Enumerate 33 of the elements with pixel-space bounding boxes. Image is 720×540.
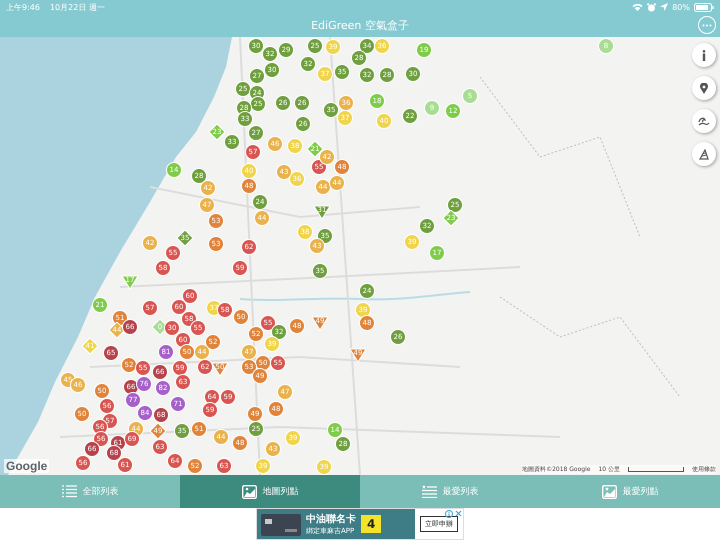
tab[interactable]: 最愛列點 xyxy=(540,475,720,508)
alarm-icon xyxy=(647,2,656,12)
wave-icon xyxy=(698,116,710,126)
location-pin-button[interactable] xyxy=(692,76,716,100)
close-icon[interactable] xyxy=(455,510,462,517)
scale-bar xyxy=(628,467,684,472)
info-button[interactable] xyxy=(692,43,716,67)
tab[interactable]: 地圖列點 xyxy=(180,475,360,508)
star-list-icon xyxy=(422,485,436,498)
ad-info-icon[interactable] xyxy=(445,510,453,518)
app-title: EdiGreen 空氣盒子 xyxy=(311,18,409,33)
battery-icon xyxy=(694,2,714,12)
picture-icon xyxy=(602,484,616,498)
more-icon xyxy=(702,24,712,26)
location-pin-icon xyxy=(700,82,708,94)
ad-headline: 中油聯名卡 xyxy=(306,512,356,526)
info-icon xyxy=(702,50,706,60)
credit-card-icon xyxy=(261,512,301,536)
tab[interactable]: 最愛列表 xyxy=(360,475,540,508)
status-date: 10月22日 週一 xyxy=(50,2,105,12)
battery-percent: 80% xyxy=(672,2,690,12)
wave-button[interactable] xyxy=(692,109,716,133)
map-view[interactable] xyxy=(0,37,720,475)
status-time: 上午9:46 xyxy=(6,2,40,12)
cone-icon xyxy=(699,148,709,160)
wifi-icon xyxy=(632,3,644,11)
phone-badge: 4 xyxy=(361,515,382,533)
list-icon xyxy=(62,485,76,498)
location-arrow-icon xyxy=(660,3,668,11)
picture-icon xyxy=(242,484,256,498)
google-logo: Google xyxy=(4,459,50,473)
cone-button[interactable] xyxy=(692,142,716,166)
tab[interactable]: 全部列表 xyxy=(0,475,180,508)
